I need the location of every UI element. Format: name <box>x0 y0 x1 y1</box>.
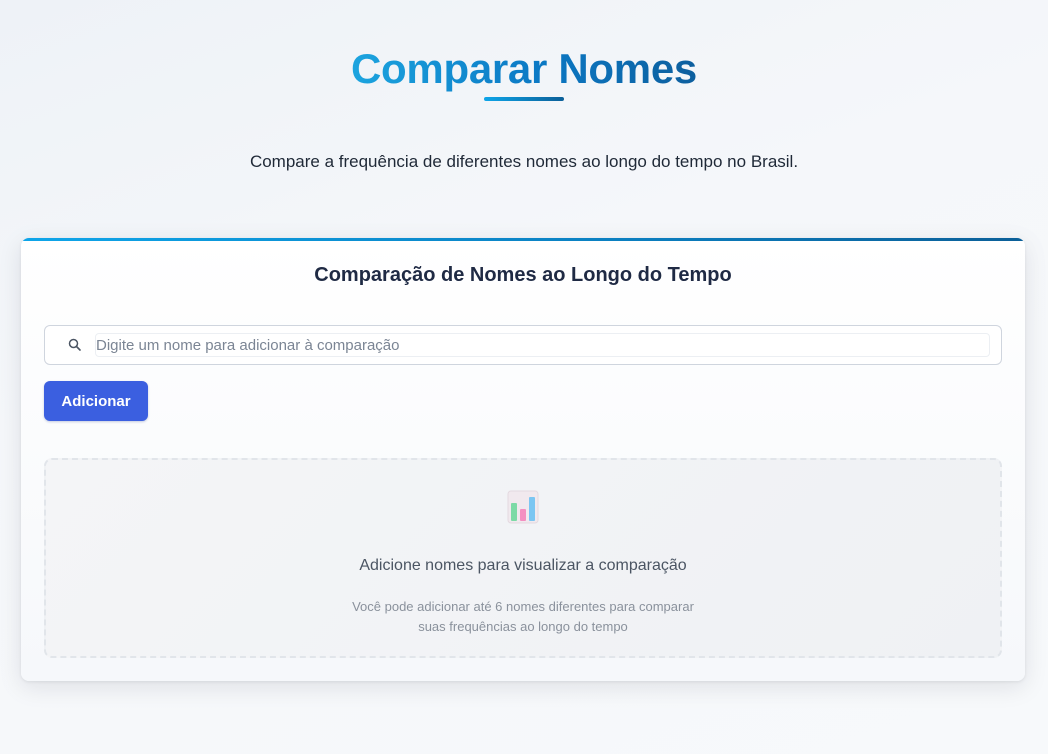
name-search-input[interactable] <box>95 333 990 357</box>
empty-state: Adicione nomes para visualizar a compara… <box>44 458 1002 658</box>
empty-state-description-line: Você pode adicionar até 6 nomes diferent… <box>352 599 694 614</box>
card-title: Comparação de Nomes ao Longo do Tempo <box>314 264 732 286</box>
bar-chart-icon <box>507 490 539 524</box>
title-underline <box>484 97 564 101</box>
card-accent-bar <box>21 238 1025 241</box>
empty-state-description-line: suas frequências ao longo do tempo <box>418 619 628 634</box>
empty-state-description: Você pode adicionar até 6 nomes diferent… <box>46 597 1000 637</box>
search-box <box>44 325 1002 365</box>
empty-state-title: Adicione nomes para visualizar a compara… <box>359 557 687 574</box>
page-subtitle: Compare a frequência de diferentes nomes… <box>249 152 799 171</box>
page-header: Comparar Nomes <box>0 44 1048 101</box>
page-title: Comparar Nomes <box>351 45 697 92</box>
search-icon <box>67 337 83 353</box>
add-name-button[interactable]: Adicionar <box>44 381 148 421</box>
comparison-card: Comparação de Nomes ao Longo do Tempo Ad… <box>21 238 1025 681</box>
